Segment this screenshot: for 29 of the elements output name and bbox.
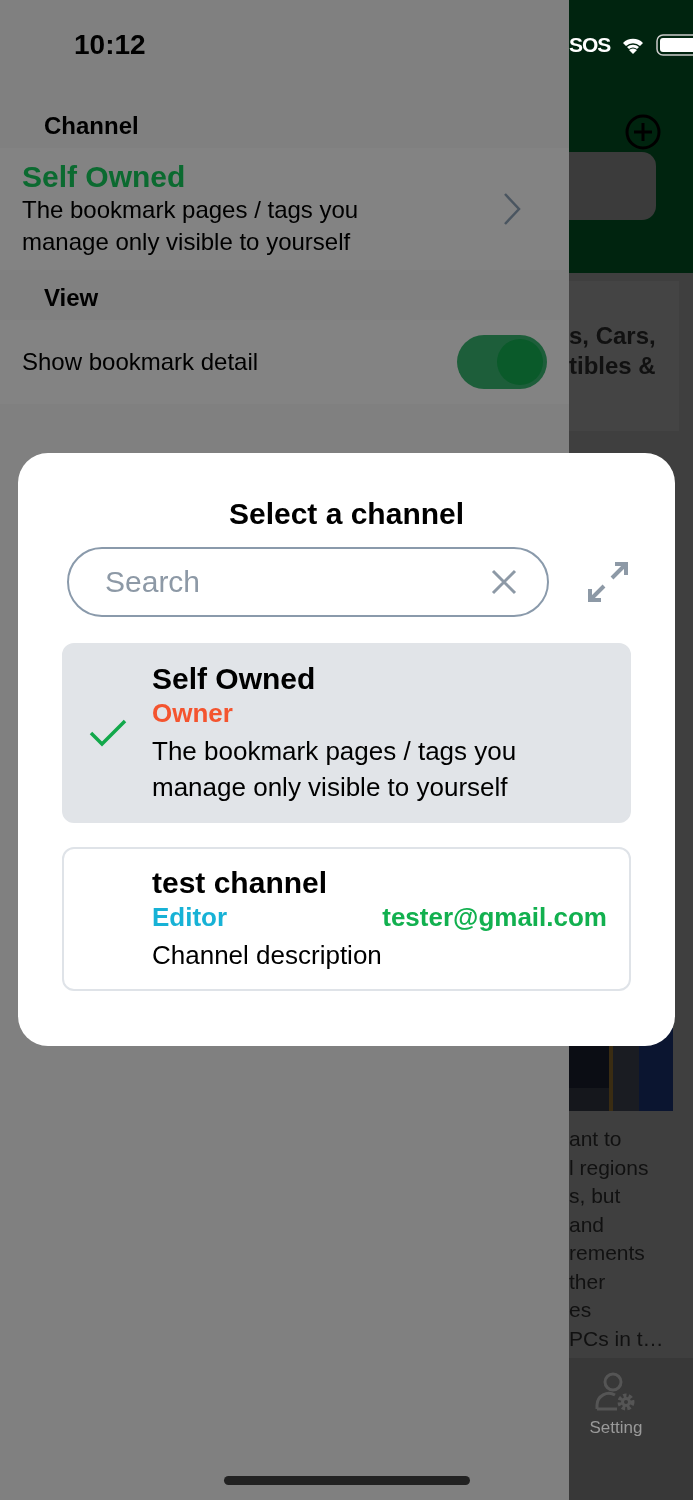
section-header: Channel [44,112,139,140]
section-header: View [44,284,99,312]
battery-icon [656,34,693,56]
role-label: Editor [152,901,228,933]
channel-description: The bookmark pages / tags you manage only visible to yourself [22,195,360,257]
role-label: Owner [152,697,233,729]
search-input[interactable]: Search [105,562,491,602]
status-time: 10:12 [74,29,146,61]
checkmark-icon [89,719,127,747]
clear-icon[interactable] [491,569,517,595]
email-text: tester@gmail.com [382,902,607,933]
setting-label: Show bookmark detail [22,348,259,376]
tab-label: Setting [589,1418,643,1438]
expand-icon[interactable] [587,561,629,603]
add-icon[interactable] [625,114,661,150]
search-field[interactable]: Search [67,547,549,617]
sos-indicator: SOS [569,33,611,57]
dialog-title: Select a channel [228,497,465,531]
setting-tab[interactable]: Setting [569,1358,693,1500]
channel-name: Self Owned [22,160,187,194]
toggle-switch[interactable] [457,335,547,389]
channel-name: test channel [152,865,329,901]
user-gear-icon [595,1372,637,1412]
channel-description: Channel description [152,939,383,972]
channel-option[interactable]: Self Owned Owner The bookmark pages / tags you manage only visible to yourself [62,643,631,823]
channel-description: The bookmark pages / tags you manage only visible to yourself [152,735,518,804]
channel-option[interactable]: test channel Editor tester@gmail.com Channel description [62,847,631,991]
chevron-icon [503,192,521,226]
channel-name: Self Owned [152,661,317,697]
